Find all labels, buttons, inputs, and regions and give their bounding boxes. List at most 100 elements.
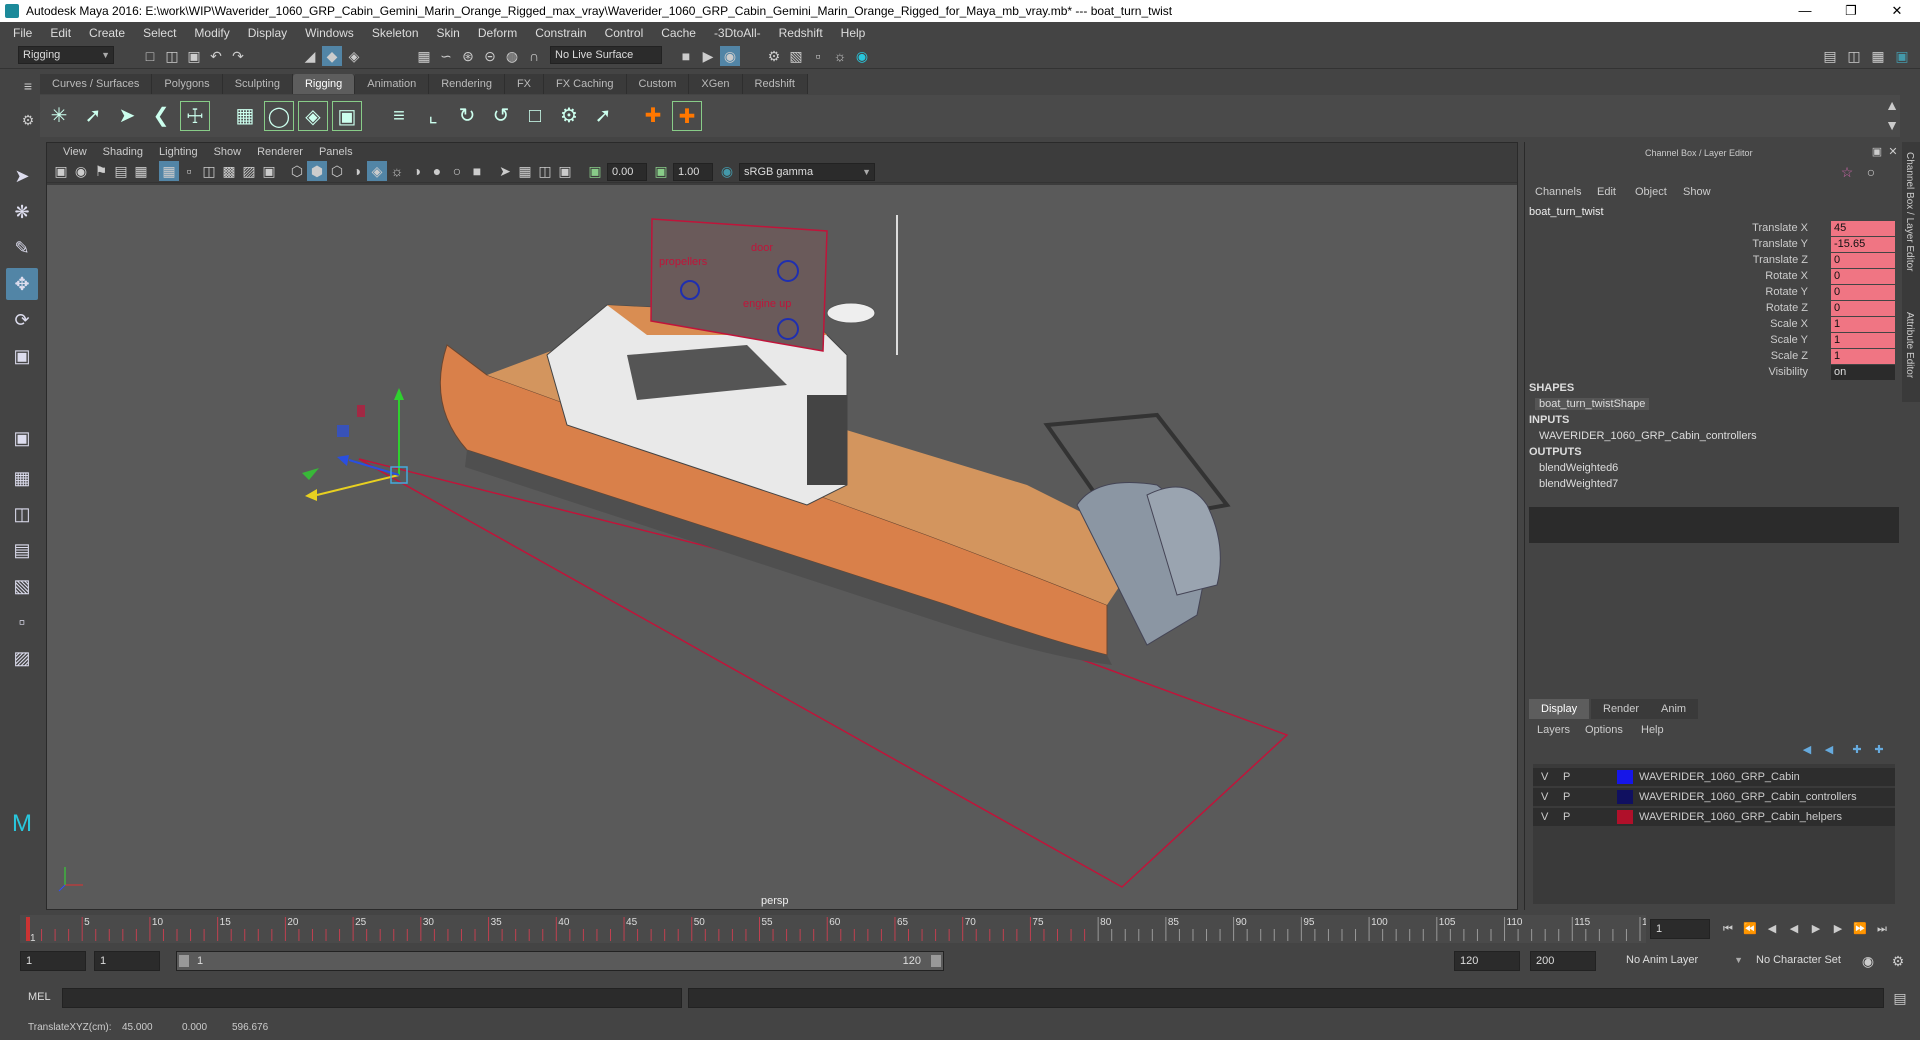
render-frame-icon[interactable]: ▶ — [698, 46, 718, 66]
toggle-toolsettings-icon[interactable]: ▦ — [1868, 46, 1888, 66]
layer-row[interactable]: V P WAVERIDER_1060_GRP_Cabin_helpers — [1533, 808, 1895, 826]
point-constraint-icon[interactable]: ⌞ — [418, 101, 448, 131]
new-layer-icon[interactable]: ✚ — [1847, 740, 1867, 760]
light-editor-icon[interactable]: ☼ — [830, 46, 850, 66]
textured-icon[interactable]: ◑ — [347, 161, 367, 181]
animation-start-field[interactable]: 1 — [20, 951, 86, 971]
attr-value[interactable]: 1 — [1831, 349, 1895, 364]
scroll-up-icon[interactable]: ▲ — [1882, 95, 1902, 115]
select-component-icon[interactable]: ◈ — [344, 46, 364, 66]
move-layer-down-icon[interactable]: ◀ — [1819, 740, 1839, 760]
layer-row[interactable]: V P WAVERIDER_1060_GRP_Cabin_controllers — [1533, 788, 1895, 806]
panel-menu-item[interactable]: View — [55, 143, 95, 161]
manipulator-x-arrow[interactable] — [305, 489, 317, 501]
new-scene-icon[interactable]: □ — [140, 46, 160, 66]
menu-item[interactable]: Edit — [41, 26, 80, 40]
ambient-occlusion-icon[interactable]: ● — [427, 161, 447, 181]
minimize-button[interactable]: — — [1782, 0, 1828, 22]
manipulator-plane-yz[interactable] — [302, 468, 319, 480]
create-skeleton-icon[interactable]: ☩ — [180, 101, 210, 131]
menu-item[interactable]: Skin — [428, 26, 469, 40]
cluster-icon[interactable]: ▣ — [332, 101, 362, 131]
3d-viewport[interactable]: propellers door engine up persp — [47, 185, 1517, 909]
ik-spline-icon[interactable]: ➤ — [112, 101, 142, 131]
menu-item[interactable]: Control — [596, 26, 653, 40]
wire-on-shaded-icon[interactable]: ⬡ — [327, 161, 347, 181]
scale-tool-icon[interactable]: ▣ — [6, 340, 38, 372]
color-management-icon[interactable]: ◉ — [717, 161, 737, 181]
layer-visibility-toggle[interactable]: V — [1541, 768, 1548, 786]
resolution-gate-icon[interactable]: ◫ — [199, 161, 219, 181]
shelf-menu-icon[interactable]: ≡ — [18, 76, 38, 96]
panel-menu-item[interactable]: Show — [206, 143, 250, 161]
menu-item[interactable]: Modify — [185, 26, 238, 40]
manipulator-z-arrow[interactable] — [337, 455, 349, 466]
anim-layer-dropdown[interactable]: No Anim Layer ▼ — [1622, 952, 1746, 970]
attr-value[interactable]: 45 — [1831, 221, 1895, 236]
wireframe-mode-icon[interactable]: ⬡ — [287, 161, 307, 181]
layer-color-swatch[interactable] — [1617, 810, 1633, 824]
snap-grid-icon[interactable]: ▦ — [414, 46, 434, 66]
motion-blur-icon[interactable]: ○ — [447, 161, 467, 181]
exposure-icon[interactable]: ▣ — [585, 161, 605, 181]
play-forwards-icon[interactable]: ▶ — [1806, 919, 1826, 939]
go-to-start-icon[interactable]: ⏮ — [1718, 919, 1738, 939]
workspace-icon[interactable]: ▤ — [1820, 46, 1840, 66]
move-layer-up-icon[interactable]: ◀ — [1797, 740, 1817, 760]
layer-visibility-toggle[interactable]: V — [1541, 808, 1548, 826]
render-region-icon[interactable]: ■ — [676, 46, 696, 66]
redo-icon[interactable]: ↷ — [228, 46, 248, 66]
shelf-tab[interactable]: FX Caching — [544, 74, 627, 94]
command-language-label[interactable]: MEL — [28, 991, 51, 1003]
manipulator-y-arrow[interactable] — [394, 388, 404, 400]
paint-weights-icon[interactable]: ≡ — [384, 101, 414, 131]
aim-constraint-icon[interactable]: ↻ — [452, 101, 482, 131]
layer-menu-options[interactable]: Options — [1585, 724, 1623, 736]
shelf-tab[interactable]: Animation — [355, 74, 430, 94]
render-view-icon[interactable]: ▫ — [808, 46, 828, 66]
time-ruler[interactable]: 5 10 15 20 25 30 35 40 45 50 55 60 65 70 75 80 85 90 95 100… — [20, 915, 1659, 944]
shelf-tab[interactable]: Rendering — [429, 74, 505, 94]
magnet-icon[interactable]: ∩ — [524, 46, 544, 66]
scroll-down-icon[interactable]: ▼ — [1882, 115, 1902, 135]
joint-tool-icon[interactable]: ✳ — [44, 101, 74, 131]
lasso-tool-icon[interactable]: ❋ — [6, 196, 38, 228]
shelf-settings-icon[interactable]: ⚙ — [18, 110, 38, 130]
orient-constraint-icon[interactable]: ↺ — [486, 101, 516, 131]
live-surface-field[interactable]: No Live Surface — [550, 46, 662, 64]
snap-surface-icon[interactable]: ◍ — [502, 46, 522, 66]
panel-menu-item[interactable]: Renderer — [249, 143, 311, 161]
rotate-tool-icon[interactable]: ⟳ — [6, 304, 38, 336]
side-tab-channel-box[interactable]: Channel Box / Layer Editor — [1904, 152, 1915, 272]
xray-active-icon[interactable]: ◫ — [535, 161, 555, 181]
layer-visibility-toggle[interactable]: V — [1541, 788, 1548, 806]
cb-menu-show[interactable]: Show — [1683, 186, 1711, 198]
animation-end-field[interactable]: 200 — [1530, 951, 1596, 971]
input-item[interactable]: WAVERIDER_1060_GRP_Cabin_controllers — [1539, 430, 1757, 442]
step-forward-frame-icon[interactable]: ▶ — [1828, 919, 1848, 939]
shelf-tab[interactable]: FX — [504, 74, 545, 94]
camera-select-icon[interactable]: ▣ — [51, 161, 71, 181]
select-hierarchy-icon[interactable]: ◢ — [300, 46, 320, 66]
attr-value[interactable]: on — [1831, 365, 1895, 380]
undo-icon[interactable]: ↶ — [206, 46, 226, 66]
layer-color-swatch[interactable] — [1617, 770, 1633, 784]
layer-menu-layers[interactable]: Layers — [1537, 724, 1570, 736]
exposure-field[interactable]: 0.00 — [607, 163, 647, 181]
range-handle-start[interactable] — [179, 955, 189, 967]
open-scene-icon[interactable]: ◫ — [162, 46, 182, 66]
uv-layout-icon[interactable]: ▨ — [6, 642, 38, 674]
close-panel-icon[interactable]: ✕ — [1883, 142, 1903, 162]
graph-layout-icon[interactable]: ▧ — [6, 570, 38, 602]
output-item[interactable]: blendWeighted7 — [1539, 478, 1618, 490]
film-gate-icon[interactable]: ▫ — [179, 161, 199, 181]
close-button[interactable]: ✕ — [1874, 0, 1920, 22]
wireframe-icon[interactable]: ▦ — [159, 161, 179, 181]
mirror-joint-icon[interactable]: ❮ — [146, 101, 176, 131]
cb-menu-channels[interactable]: Channels — [1535, 186, 1581, 198]
attr-value[interactable]: 0 — [1831, 253, 1895, 268]
panel-menu-item[interactable]: Shading — [95, 143, 151, 161]
menu-item[interactable]: -3DtoAll- — [705, 26, 770, 40]
playback-start-field[interactable]: 1 — [94, 951, 160, 971]
smooth-shade-icon[interactable]: ⬢ — [307, 161, 327, 181]
